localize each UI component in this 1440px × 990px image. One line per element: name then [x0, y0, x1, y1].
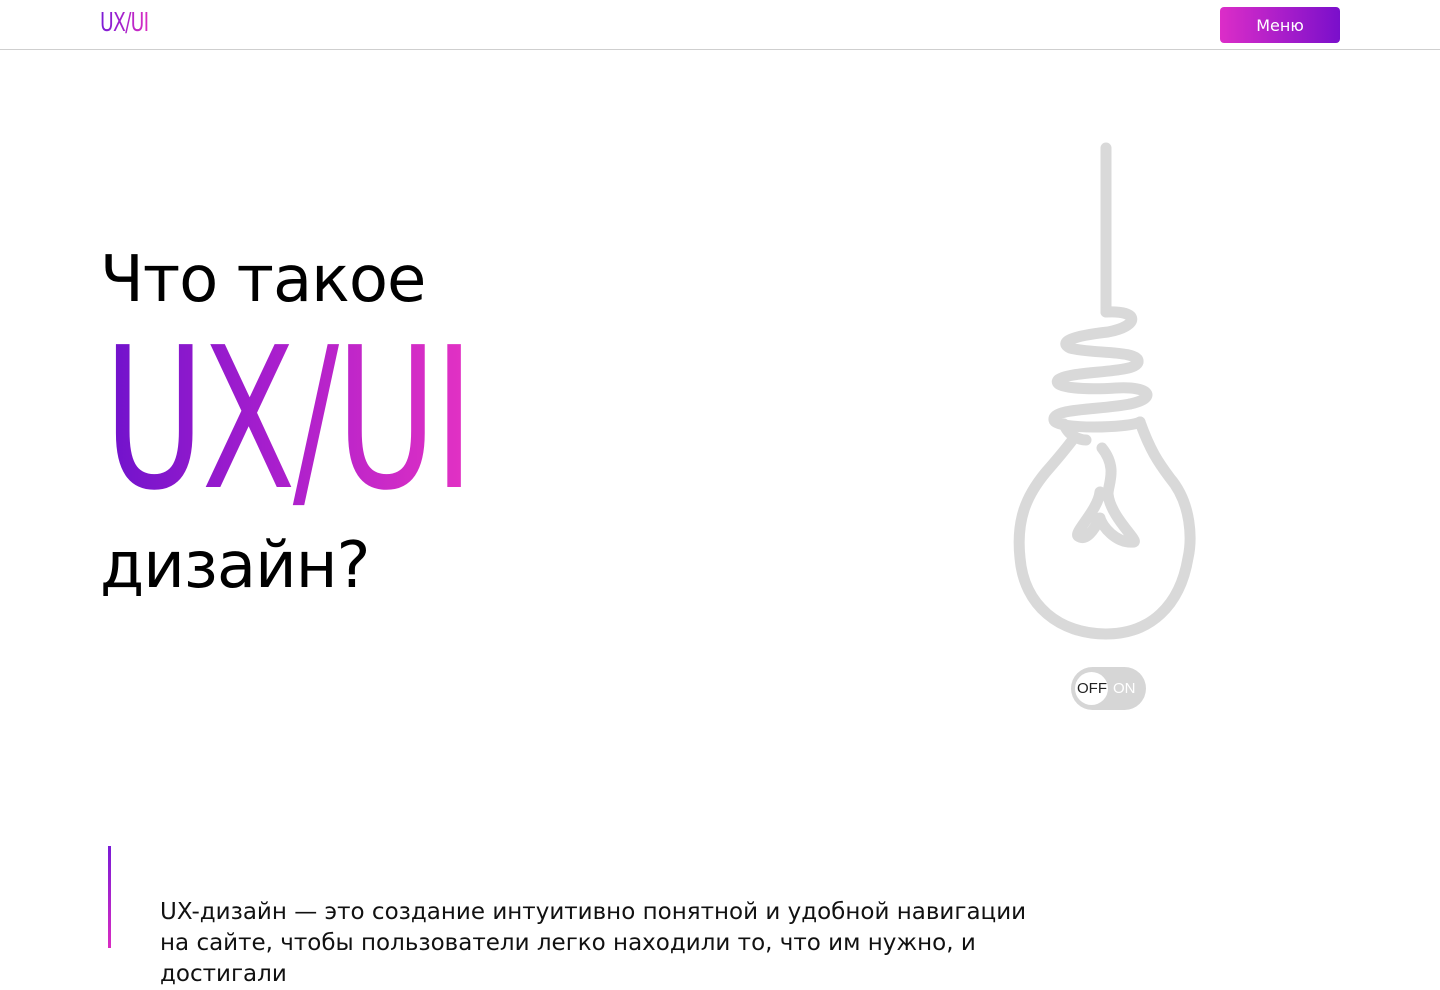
hero-title-line3: дизайн? — [100, 529, 370, 603]
light-toggle-switch[interactable]: OFF ON — [1071, 667, 1146, 710]
lightbulb-icon — [1013, 142, 1196, 640]
hero-title-highlight: UX/UI — [104, 306, 474, 534]
quote-accent-bar — [108, 846, 111, 948]
intro-paragraph: UX-дизайн — это создание интуитивно поня… — [160, 899, 1027, 987]
toggle-off-label: OFF — [1077, 680, 1107, 697]
site-logo[interactable]: UX/UI — [100, 8, 149, 38]
menu-button[interactable]: Меню — [1220, 7, 1340, 43]
top-navbar: UX/UI Меню — [0, 0, 1440, 50]
toggle-on-label: ON — [1113, 680, 1136, 697]
